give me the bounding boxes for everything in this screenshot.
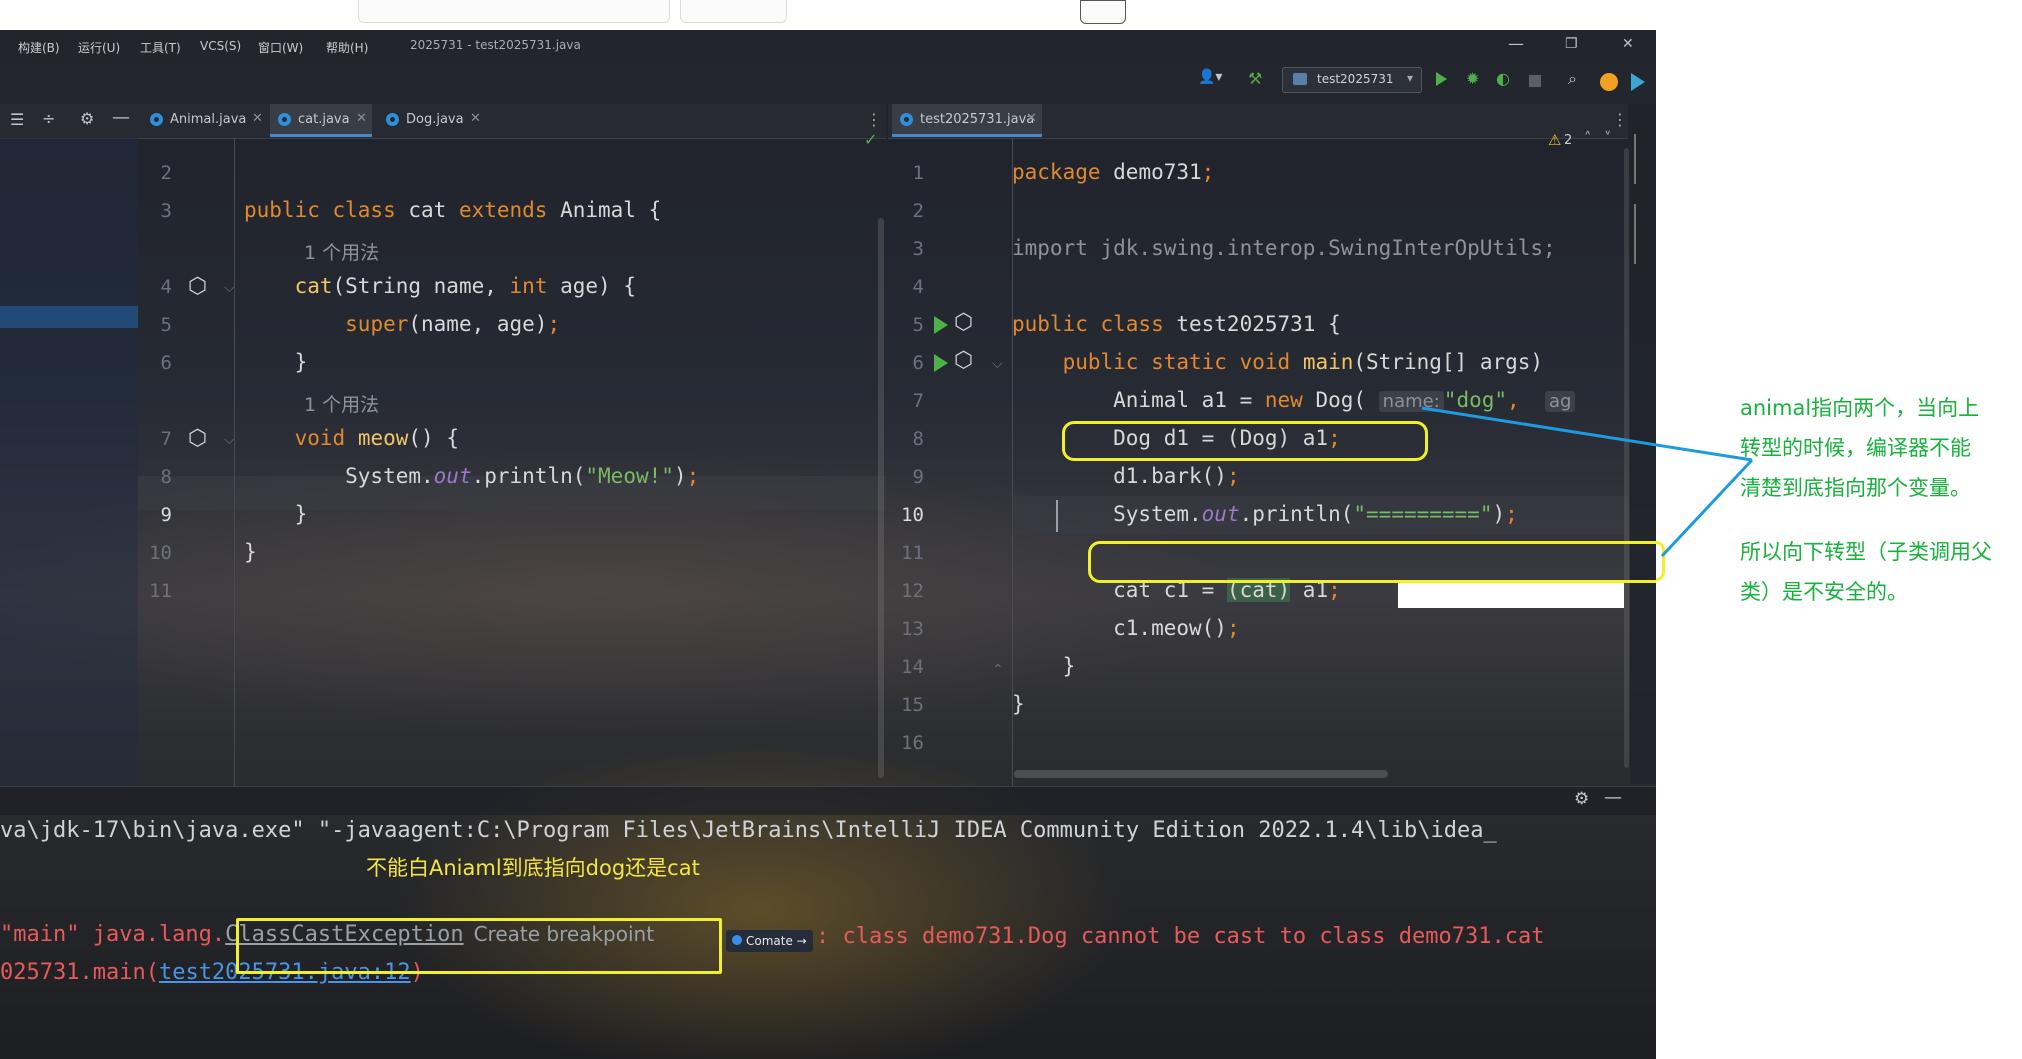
arrow-line-cat: [1660, 458, 1754, 558]
annotation-line: 类）是不安全的。: [1740, 580, 1908, 604]
annotation-text: animal指向两个，当向上 转型的时候，编译器不能 清楚到底指向那个变量。 所…: [1740, 388, 1992, 612]
annotation-line: 清楚到底指向那个变量。: [1740, 476, 1971, 500]
annotation-line: 转型的时候，编译器不能: [1740, 436, 1971, 460]
annotation-line: 所以向下转型（子类调用父: [1740, 540, 1992, 564]
annotation-arrows: [1421, 406, 1754, 558]
arrow-line-dog: [1421, 406, 1753, 462]
annotation-line: animal指向两个，当向上: [1740, 396, 1980, 420]
